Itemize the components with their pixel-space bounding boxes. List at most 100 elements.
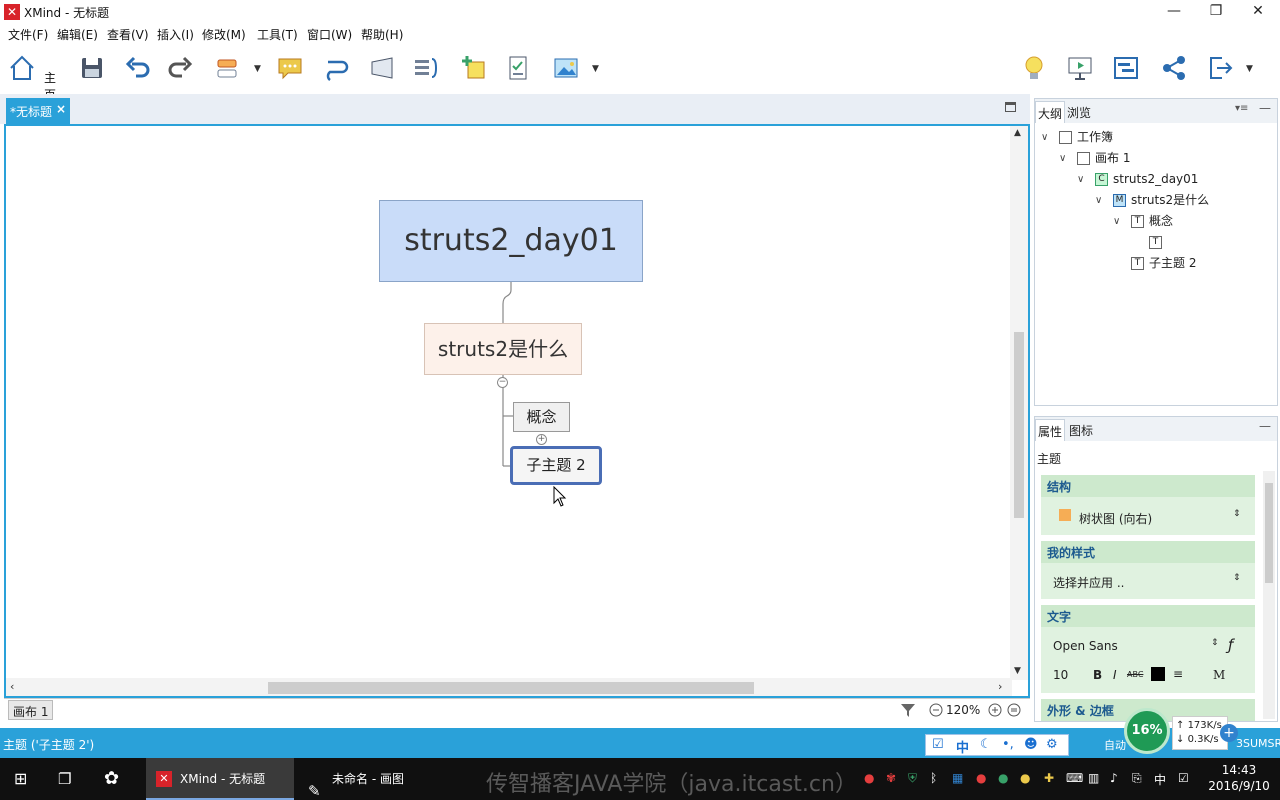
editor-tab[interactable]: *无标题 × bbox=[6, 98, 70, 124]
filter-icon[interactable] bbox=[900, 702, 916, 718]
main-topic[interactable]: struts2是什么 bbox=[424, 323, 582, 375]
text-case-button[interactable]: M bbox=[1213, 668, 1225, 682]
collapse-icon[interactable]: − bbox=[497, 377, 508, 388]
tray-app-icon[interactable]: ✾ bbox=[886, 771, 896, 785]
text-color-picker[interactable] bbox=[1151, 667, 1165, 681]
mindmap-canvas[interactable]: struts2_day01 struts2是什么 − 概念 + 子主题 2 bbox=[6, 126, 1012, 680]
canvas-vertical-scrollbar[interactable]: ▲ ▼ bbox=[1010, 126, 1028, 680]
scroll-left-icon[interactable]: ‹ bbox=[10, 680, 14, 693]
app-pinned-icon[interactable]: ✿ bbox=[104, 758, 119, 800]
ime-punct-icon[interactable]: •, bbox=[1002, 737, 1014, 752]
maximize-editor-icon[interactable] bbox=[1005, 102, 1016, 112]
vscroll-thumb[interactable] bbox=[1014, 332, 1024, 518]
properties-scroll-thumb[interactable] bbox=[1265, 483, 1273, 583]
tray-app-icon[interactable]: ● bbox=[1020, 771, 1030, 785]
close-button[interactable]: ✕ bbox=[1236, 0, 1280, 24]
properties-scrollbar[interactable] bbox=[1263, 471, 1275, 719]
tray-input-icon[interactable]: ⎘ bbox=[1132, 771, 1142, 786]
menu-view[interactable]: 查看(V) bbox=[107, 26, 149, 43]
menu-tools[interactable]: 工具(T) bbox=[257, 26, 298, 43]
save-button[interactable] bbox=[76, 52, 108, 84]
start-windows-icon[interactable]: ⊞ bbox=[14, 758, 27, 800]
task-button[interactable] bbox=[502, 52, 534, 84]
font-size-stepper[interactable]: 10 bbox=[1053, 668, 1068, 682]
presentation-button[interactable] bbox=[1064, 52, 1096, 84]
tab-close-icon[interactable]: × bbox=[56, 102, 66, 116]
canvas-horizontal-scrollbar[interactable]: ‹ › bbox=[6, 678, 1012, 696]
menu-help[interactable]: 帮助(H) bbox=[361, 26, 403, 43]
ime-moon-icon[interactable]: ☾ bbox=[980, 737, 992, 752]
font-stepper-icon[interactable]: ⇕ bbox=[1211, 638, 1219, 648]
menu-window[interactable]: 窗口(W) bbox=[307, 26, 352, 43]
tray-network-icon[interactable]: ▥ bbox=[1088, 771, 1099, 785]
tree-expand-icon[interactable]: ∨ bbox=[1077, 169, 1084, 190]
central-topic[interactable]: struts2_day01 bbox=[379, 200, 643, 282]
panel-minimize-icon[interactable]: — bbox=[1259, 101, 1271, 115]
tray-app-icon[interactable]: ● bbox=[864, 771, 874, 785]
font-fx-icon[interactable]: ƒ bbox=[1228, 636, 1233, 654]
boundary-button[interactable] bbox=[366, 52, 398, 84]
tray-volume-icon[interactable]: ♪ bbox=[1110, 771, 1118, 785]
taskbar-app-paint[interactable]: ✎ 未命名 - 画图 bbox=[298, 758, 440, 800]
topic-dropdown-icon[interactable]: ▼ bbox=[254, 64, 261, 74]
scroll-down-icon[interactable]: ▼ bbox=[1014, 666, 1021, 676]
tray-app-icon[interactable]: ● bbox=[998, 771, 1008, 785]
italic-button[interactable]: I bbox=[1113, 668, 1117, 682]
ime-user-icon[interactable]: ☻ bbox=[1024, 737, 1038, 752]
export-dropdown-icon[interactable]: ▼ bbox=[1246, 64, 1253, 74]
share-button[interactable] bbox=[1158, 52, 1190, 84]
tree-expand-icon[interactable]: ∨ bbox=[1041, 127, 1048, 148]
brainstorm-button[interactable] bbox=[1018, 52, 1050, 84]
image-button[interactable] bbox=[550, 52, 582, 84]
relationship-button[interactable] bbox=[320, 52, 352, 84]
ime-chinese-icon[interactable]: 中 bbox=[956, 737, 969, 756]
strikethrough-button[interactable]: ABC bbox=[1127, 670, 1143, 679]
structure-stepper-icon[interactable]: ⇕ bbox=[1233, 509, 1241, 519]
tray-app-icon[interactable]: ● bbox=[976, 771, 986, 785]
style-stepper-icon[interactable]: ⇕ bbox=[1233, 573, 1241, 583]
minimize-button[interactable]: — bbox=[1152, 0, 1196, 24]
menu-file[interactable]: 文件(F) bbox=[8, 26, 48, 43]
callout-button[interactable] bbox=[274, 52, 306, 84]
text-align-button[interactable]: ≡ bbox=[1173, 667, 1183, 681]
tab-browse[interactable]: 浏览 bbox=[1065, 101, 1093, 123]
image-dropdown-icon[interactable]: ▼ bbox=[592, 64, 599, 74]
subtopic-2-selected[interactable]: 子主题 2 bbox=[510, 446, 602, 485]
expand-icon[interactable]: + bbox=[536, 434, 547, 445]
tab-icons[interactable]: 图标 bbox=[1067, 419, 1095, 441]
zoom-out-icon[interactable] bbox=[929, 703, 943, 717]
summary-button[interactable] bbox=[410, 52, 442, 84]
style-select[interactable]: 选择并应用 .. bbox=[1053, 574, 1124, 591]
redo-button[interactable] bbox=[164, 52, 196, 84]
menu-modify[interactable]: 修改(M) bbox=[202, 26, 246, 43]
hscroll-thumb[interactable] bbox=[268, 682, 754, 694]
maximize-button[interactable]: ❐ bbox=[1194, 0, 1238, 24]
taskbar-clock[interactable]: 14:43 2016/9/10 bbox=[1204, 762, 1274, 794]
menu-edit[interactable]: 编辑(E) bbox=[57, 26, 98, 43]
tree-expand-icon[interactable]: ∨ bbox=[1113, 211, 1120, 232]
panel-minimize-icon[interactable]: — bbox=[1259, 419, 1271, 433]
structure-select[interactable]: 树状图 (向右) bbox=[1079, 510, 1152, 527]
scroll-up-icon[interactable]: ▲ bbox=[1014, 128, 1021, 138]
gantt-button[interactable] bbox=[1110, 52, 1142, 84]
panel-menu-icon[interactable]: ▾≡ bbox=[1235, 103, 1248, 114]
tree-expand-icon[interactable]: ∨ bbox=[1059, 148, 1066, 169]
tray-app-icon[interactable]: ▦ bbox=[952, 771, 963, 785]
zoom-in-icon[interactable] bbox=[988, 703, 1002, 717]
export-button[interactable] bbox=[1204, 52, 1236, 84]
marker-button[interactable] bbox=[458, 52, 490, 84]
font-family-select[interactable]: Open Sans bbox=[1053, 639, 1118, 653]
bold-button[interactable]: B bbox=[1093, 668, 1102, 682]
sheet-tab[interactable]: 画布 1 bbox=[8, 700, 54, 720]
tray-keyboard-icon[interactable]: ⌨ bbox=[1066, 771, 1083, 785]
tray-shield-icon[interactable]: ⛨ bbox=[908, 771, 917, 786]
insert-topic-button[interactable] bbox=[212, 52, 244, 84]
tab-properties[interactable]: 属性 bbox=[1035, 419, 1066, 441]
scroll-right-icon[interactable]: › bbox=[998, 680, 1002, 693]
home-button[interactable]: 主页 bbox=[6, 52, 56, 102]
zoom-fit-icon[interactable] bbox=[1007, 703, 1021, 717]
tab-outline[interactable]: 大纲 bbox=[1035, 101, 1066, 123]
taskbar-app-xmind[interactable]: ✕ XMind - 无标题 bbox=[146, 758, 294, 800]
ime-check-icon[interactable]: ☑ bbox=[932, 737, 944, 752]
ime-settings-icon[interactable]: ⚙ bbox=[1046, 737, 1058, 752]
